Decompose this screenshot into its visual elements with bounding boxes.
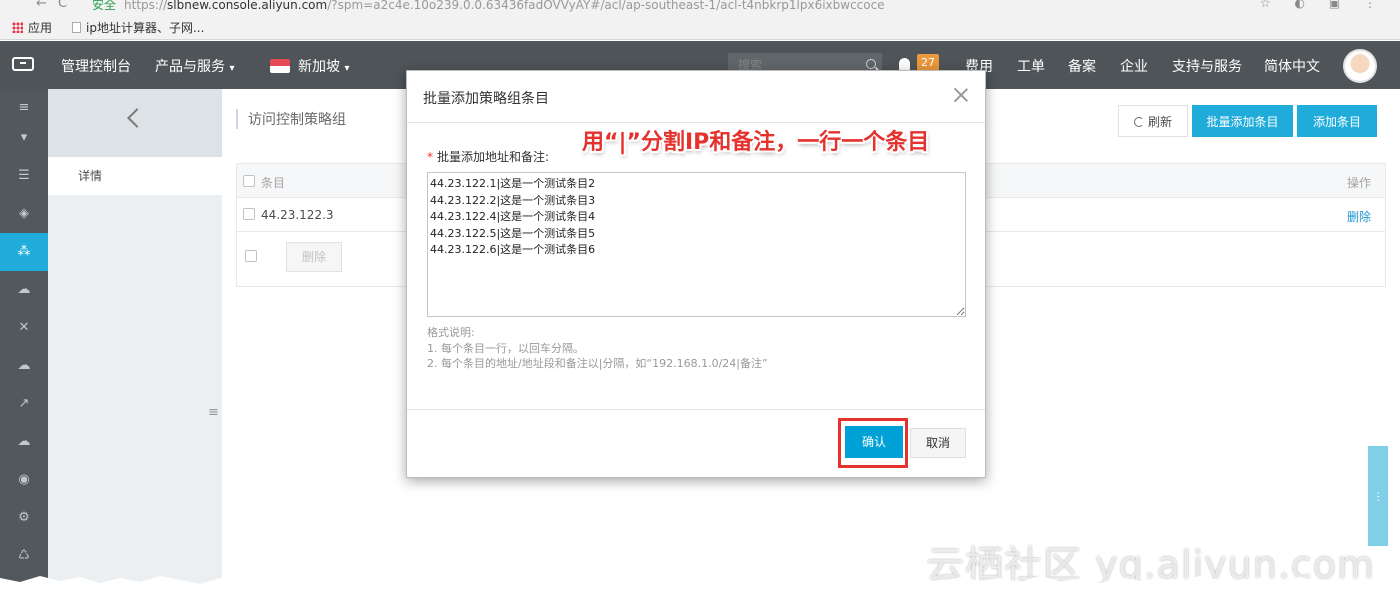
bookmark-apps[interactable]: 应用 xyxy=(12,19,52,36)
dialog-title: 批量添加策略组条目 xyxy=(423,91,549,107)
url-host: slbnew.console.aliyun.com xyxy=(167,0,328,12)
url-prefix: https:// xyxy=(124,0,168,12)
cancel-button[interactable]: 取消 xyxy=(910,428,966,458)
apps-grid-icon xyxy=(12,22,23,33)
note-title: 格式说明: xyxy=(427,326,475,339)
bulk-entries-textarea[interactable] xyxy=(427,172,966,317)
url-path: /?spm=a2c4e.10o239.0.0.63436fadOVVyAY#/a… xyxy=(327,0,885,12)
browser-chrome: ← C 安全 https://slbnew.console.aliyun.com/… xyxy=(0,0,1400,40)
back-arrow-icon[interactable]: ← xyxy=(36,0,47,11)
field-label: * 批量添加地址和备注: xyxy=(427,150,550,164)
feedback-tab[interactable]: ⋯ xyxy=(1368,446,1388,546)
torn-edge xyxy=(0,576,1400,593)
confirm-button[interactable]: 确认 xyxy=(845,426,903,458)
url-text[interactable]: 安全 https://slbnew.console.aliyun.com/?spm… xyxy=(92,0,885,13)
note-line-1: 1. 每个条目一行，以回车分隔。 xyxy=(427,341,584,355)
dialog-header: 批量添加策略组条目 xyxy=(407,71,985,123)
bookmarks-bar: 应用 ip地址计算器、子网... xyxy=(0,16,1400,38)
secure-label: 安全 xyxy=(92,0,117,12)
url-bar[interactable]: ← C 安全 https://slbnew.console.aliyun.com/… xyxy=(0,0,1400,14)
bookmark-ip-calculator[interactable]: ip地址计算器、子网... xyxy=(72,19,204,36)
star-icon[interactable]: ☆ ◐ ▣ ⋮ xyxy=(1260,0,1386,10)
annotation-callout: 用“|”分割IP和备注，一行一个条目 xyxy=(582,130,930,155)
reload-icon[interactable]: C xyxy=(58,0,67,11)
page-icon xyxy=(72,22,81,33)
close-icon[interactable] xyxy=(953,87,969,103)
note-line-2: 2. 每个条目的地址/地址段和备注以|分隔，如“192.168.1.0/24|备… xyxy=(427,357,768,370)
required-mark: * xyxy=(427,150,433,164)
format-note: 格式说明: 1. 每个条目一行，以回车分隔。 2. 每个条目的地址/地址段和备注… xyxy=(427,325,768,372)
